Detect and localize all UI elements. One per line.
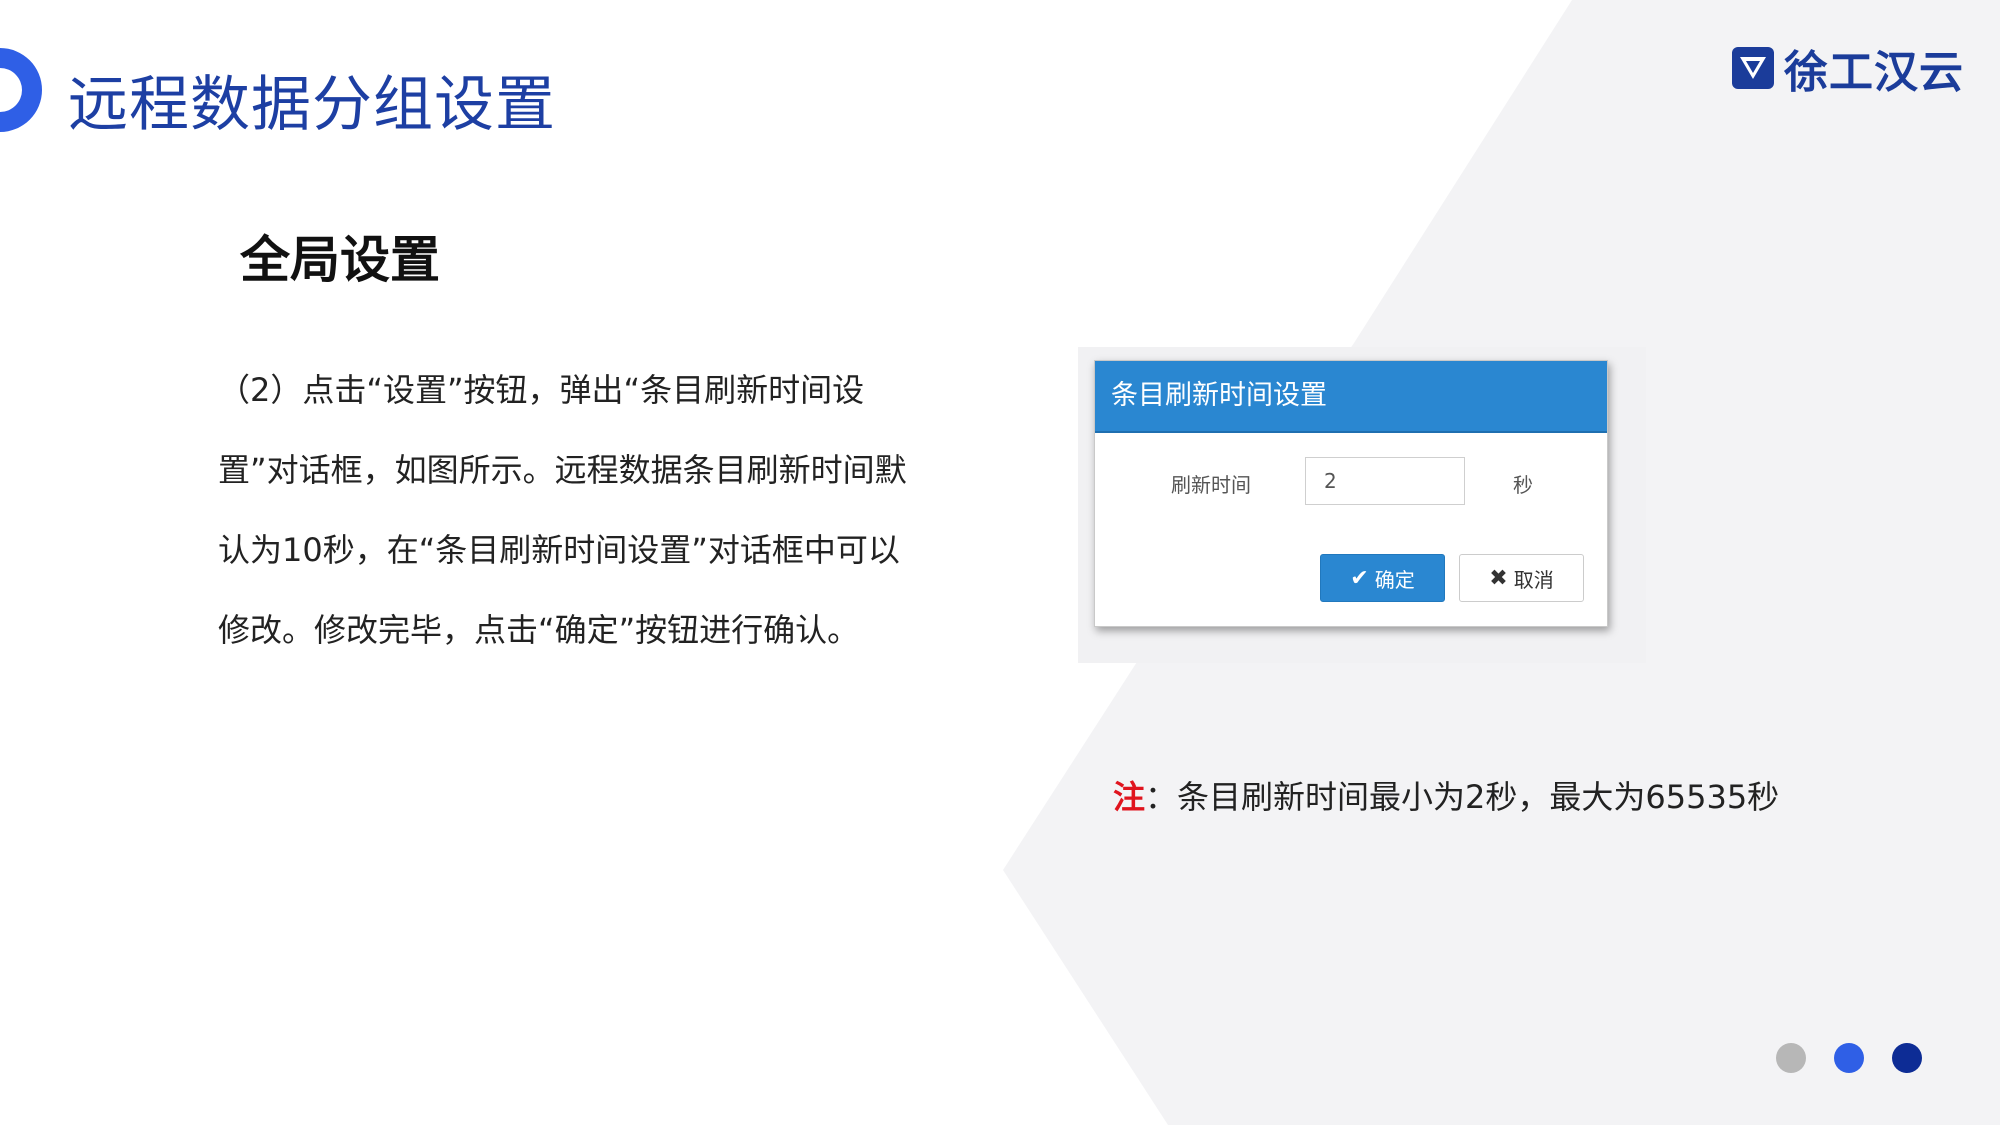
seconds-unit-label: 秒 (1513, 473, 1533, 497)
note-prefix: 注 (1113, 778, 1146, 816)
paragraph-line: 认为10秒，在“条目刷新时间设置”对话框中可以 (218, 531, 900, 569)
cancel-button-label: 取消 (1513, 567, 1554, 592)
refresh-time-label: 刷新时间 (1171, 473, 1251, 497)
note-body: ：条目刷新时间最小为2秒，最大为65535秒 (1145, 778, 1780, 816)
refresh-time-row: 刷新时间 秒 (1095, 457, 1607, 507)
dialog-title: 条目刷新时间设置 (1095, 361, 1607, 433)
body-paragraph: （2）点击“设置”按钮，弹出“条目刷新时间设 置”对话框，如图所示。远程数据条目… (218, 350, 978, 670)
confirm-button-label: 确定 (1374, 567, 1415, 592)
paragraph-line: 置”对话框，如图所示。远程数据条目刷新时间默 (218, 451, 907, 489)
logo-mark-icon (1732, 47, 1774, 89)
title-accent-arc (0, 48, 42, 132)
close-icon: ✖ (1489, 565, 1508, 591)
pagination-dot-navy (1892, 1043, 1922, 1073)
pagination-dot-gray (1776, 1043, 1806, 1073)
paragraph-line: （2）点击“设置”按钮，弹出“条目刷新时间设 (218, 371, 865, 409)
cancel-button[interactable]: ✖ 取消 (1459, 554, 1584, 602)
note-text: 注：条目刷新时间最小为2秒，最大为65535秒 (1113, 772, 1779, 818)
page-title: 远程数据分组设置 (68, 70, 556, 140)
refresh-time-input[interactable] (1305, 457, 1465, 505)
logo-text: 徐工汉云 (1784, 47, 1964, 98)
refresh-time-dialog: 条目刷新时间设置 刷新时间 秒 ✔ 确定 ✖ 取消 (1094, 360, 1608, 627)
paragraph-line: 修改。修改完毕，点击“确定”按钮进行确认。 (218, 611, 860, 649)
check-icon: ✔ (1350, 565, 1369, 591)
company-logo: 徐工汉云 (1730, 36, 1964, 100)
confirm-button[interactable]: ✔ 确定 (1320, 554, 1445, 602)
section-title: 全局设置 (240, 231, 440, 289)
pagination-dot-blue (1834, 1043, 1864, 1073)
